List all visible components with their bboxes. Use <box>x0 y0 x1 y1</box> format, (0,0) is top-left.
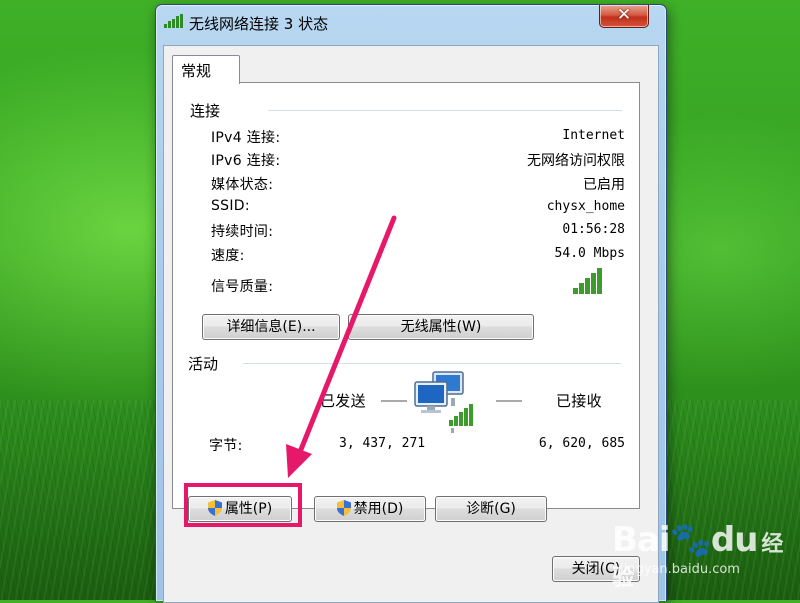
received-link-line <box>496 400 522 402</box>
watermark-url: jingyan.baidu.com <box>620 562 740 577</box>
general-tab-panel: 连接 IPv4 连接: Internet IPv6 连接: 无网络访问权限 媒体… <box>172 82 640 522</box>
network-computers-icon <box>414 371 473 433</box>
ipv4-label: IPv4 连接: <box>211 130 281 146</box>
bytes-label: 字节: <box>209 438 243 454</box>
close-icon: ✕ <box>616 5 632 25</box>
bytes-received-value: 6, 620, 685 <box>538 436 625 451</box>
ipv6-value: 无网络访问权限 <box>527 153 625 169</box>
title-bar[interactable]: 无线网络连接 3 状态 ✕ <box>156 5 666 37</box>
wireless-properties-button[interactable]: 无线属性(W) <box>348 314 534 340</box>
annotation-highlight-box <box>184 483 302 527</box>
disable-button-label: 禁用(D) <box>353 501 404 517</box>
media-state-label: 媒体状态: <box>211 177 274 193</box>
paw-icon: 🐾 <box>669 520 712 560</box>
received-label: 已接收 <box>556 392 602 410</box>
watermark-brand-suffix: du <box>710 520 759 560</box>
signal-strength-icon <box>573 268 602 294</box>
activity-divider <box>243 363 621 364</box>
signal-quality-label: 信号质量: <box>211 279 274 295</box>
tab-general[interactable]: 常规 <box>172 55 240 84</box>
sent-link-line <box>381 400 407 402</box>
connection-divider <box>268 110 622 111</box>
activity-heading: 活动 <box>188 353 227 374</box>
duration-value: 01:56:28 <box>562 222 625 237</box>
speed-label: 速度: <box>211 248 245 264</box>
tab-general-label: 常规 <box>181 62 212 80</box>
title-close-button[interactable]: ✕ <box>599 5 649 28</box>
ipv4-value: Internet <box>562 128 625 143</box>
sent-label: 已发送 <box>320 392 366 410</box>
uac-shield-icon <box>336 500 351 516</box>
bytes-sent-value: 3, 437, 271 <box>339 436 426 451</box>
media-state-value: 已启用 <box>583 177 625 193</box>
details-button[interactable]: 详细信息(E)... <box>202 314 340 340</box>
ipv6-label: IPv6 连接: <box>211 153 281 169</box>
watermark-brand: Bai <box>612 520 671 560</box>
speed-value: 54.0 Mbps <box>554 246 625 261</box>
window-title: 无线网络连接 3 状态 <box>189 15 329 33</box>
connection-heading: 连接 <box>190 100 229 121</box>
ssid-label: SSID: <box>211 198 250 214</box>
duration-label: 持续时间: <box>211 224 274 240</box>
baidu-jingyan-watermark: Bai🐾du 经验 jingyan.baidu.com <box>612 520 800 592</box>
ssid-value: chysx_home <box>546 199 625 214</box>
diagnose-button[interactable]: 诊断(G) <box>435 496 547 522</box>
disable-button[interactable]: 禁用(D) <box>314 496 426 522</box>
wireless-signal-icon <box>164 14 183 28</box>
